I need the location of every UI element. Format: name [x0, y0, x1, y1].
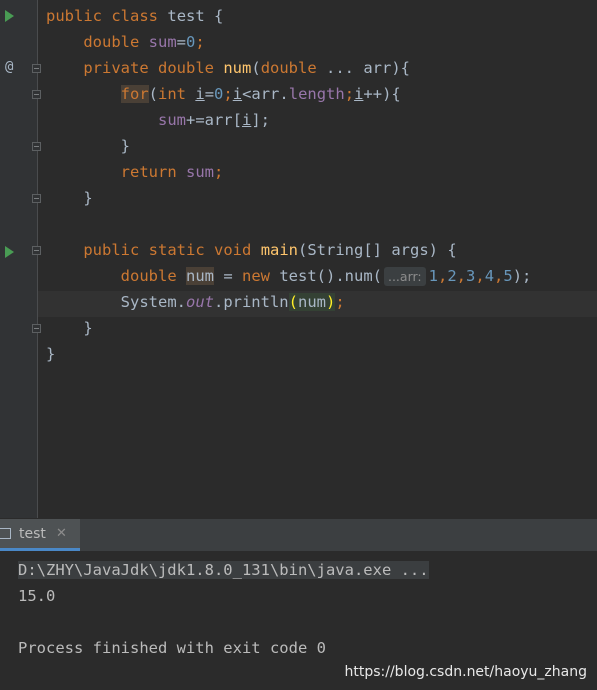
matched-paren: ) — [325, 293, 336, 311]
tab-label: test — [19, 526, 46, 542]
run-tab-bar: test ✕ — [0, 518, 597, 551]
keyword: int — [158, 85, 186, 103]
keyword: double — [260, 59, 317, 77]
code-line-9: public static void main(String[] args) { — [46, 237, 457, 263]
number-literal: 0 — [214, 85, 224, 103]
number-literal: 5 — [503, 267, 513, 285]
fold-main-icon[interactable] — [32, 246, 41, 255]
code-line-3: private double num(double ... arr){ — [46, 55, 410, 81]
fold-end-icon[interactable] — [32, 324, 41, 333]
console-command-line[interactable]: D:\ZHY\JavaJdk\jdk1.8.0_131\bin\java.exe… — [18, 558, 429, 582]
matched-paren: ( — [288, 293, 298, 311]
code-line-4: for(int i=0;i<arr.length;i++){ — [46, 81, 401, 107]
keyword: double — [120, 267, 177, 285]
loop-variable: i — [195, 85, 205, 103]
expression: test().num( — [270, 267, 382, 285]
keyword: private — [83, 59, 149, 77]
expression: +=arr[ — [185, 111, 242, 129]
semicolon: ; — [195, 33, 205, 51]
loop-variable: i — [241, 111, 252, 129]
keyword: double — [83, 33, 140, 51]
operator: = — [176, 33, 187, 51]
keyword: public — [46, 7, 102, 25]
keyword: double — [158, 59, 214, 77]
params: (String[] args) { — [298, 241, 457, 259]
override-at-icon[interactable]: @ — [5, 60, 13, 74]
code-line-1: public class test { — [46, 3, 223, 29]
code-line-12: } — [46, 315, 93, 341]
tab-test[interactable]: test ✕ — [0, 519, 80, 551]
run-tool-window: test ✕ D:\ZHY\JavaJdk\jdk1.8.0_131\bin\j… — [0, 518, 597, 690]
gutter-separator — [37, 0, 38, 518]
method-name: main — [260, 241, 299, 259]
params: ... arr){ — [316, 59, 411, 77]
brace: } — [83, 319, 93, 337]
editor-gutter — [0, 0, 38, 518]
fold-method-icon[interactable] — [32, 64, 41, 73]
paren: ( — [251, 59, 261, 77]
keyword: return — [120, 163, 177, 181]
number-literal: 0 — [186, 33, 196, 51]
class-ref: System. — [120, 293, 186, 311]
static-field: out — [185, 293, 214, 311]
run-class-icon[interactable] — [5, 10, 14, 22]
field-name: length — [288, 85, 345, 103]
brace: } — [46, 345, 56, 363]
code-line-6: } — [46, 133, 130, 159]
code-line-8: } — [46, 185, 93, 211]
java-command[interactable]: D:\ZHY\JavaJdk\jdk1.8.0_131\bin\java.exe… — [18, 561, 429, 579]
semicolon: ; — [344, 85, 355, 103]
class-name: test — [167, 7, 205, 25]
fold-end-icon[interactable] — [32, 194, 41, 203]
code-line-5: sum+=arr[i]; — [46, 107, 270, 133]
close-icon[interactable]: ✕ — [56, 526, 67, 541]
exit-message: Process finished with exit code 0 — [18, 639, 326, 657]
keyword: public — [83, 241, 140, 259]
field-name: sum — [186, 163, 214, 181]
keyword: void — [214, 241, 252, 259]
number-literal: 4 — [484, 267, 495, 285]
code-line-2: double sum=0; — [46, 29, 205, 55]
variable-name: num — [186, 267, 214, 285]
number-literal: 3 — [466, 267, 476, 285]
expression: ); — [512, 267, 532, 285]
keyword: static — [148, 241, 205, 259]
brace: } — [120, 137, 130, 155]
keyword: class — [111, 7, 159, 25]
operator: = — [204, 85, 215, 103]
paren: ( — [148, 85, 158, 103]
code-line-7: return sum; — [46, 159, 224, 185]
brace: } — [83, 189, 93, 207]
operator: = — [214, 267, 242, 285]
fold-for-icon[interactable] — [32, 90, 41, 99]
method-name: num — [223, 59, 252, 77]
number-literal: 2 — [447, 267, 457, 285]
code-editor[interactable]: @ public class test { double sum=0; priv… — [0, 0, 597, 518]
run-config-icon — [0, 528, 11, 539]
loop-variable: i — [232, 85, 243, 103]
semicolon: ; — [214, 163, 224, 181]
field-name: sum — [157, 111, 186, 129]
field-name: sum — [148, 33, 177, 51]
semicolon: ; — [223, 85, 233, 103]
run-main-icon[interactable] — [5, 246, 14, 258]
keyword-for: for — [120, 85, 149, 103]
keyword: new — [242, 267, 270, 285]
code-line-11: System.out.println(num); — [46, 289, 345, 315]
method-call: .println — [213, 293, 289, 311]
semicolon: ; — [335, 293, 345, 311]
parameter-hint: ...arr: — [383, 267, 426, 286]
expression: ]; — [251, 111, 270, 129]
brace: { — [204, 7, 224, 25]
watermark: https://blog.csdn.net/haoyu_zhang — [344, 664, 588, 680]
code-line-10: double num = new test().num(...arr: 1,2,3… — [120, 267, 532, 286]
program-output: 15.0 — [18, 587, 56, 605]
expression: <arr. — [242, 85, 289, 103]
expression: ++){ — [363, 85, 401, 103]
number-literal: 1 — [428, 267, 438, 285]
fold-end-icon[interactable] — [32, 142, 41, 151]
variable-name: num — [297, 293, 326, 311]
code-line-13: } — [46, 341, 55, 367]
